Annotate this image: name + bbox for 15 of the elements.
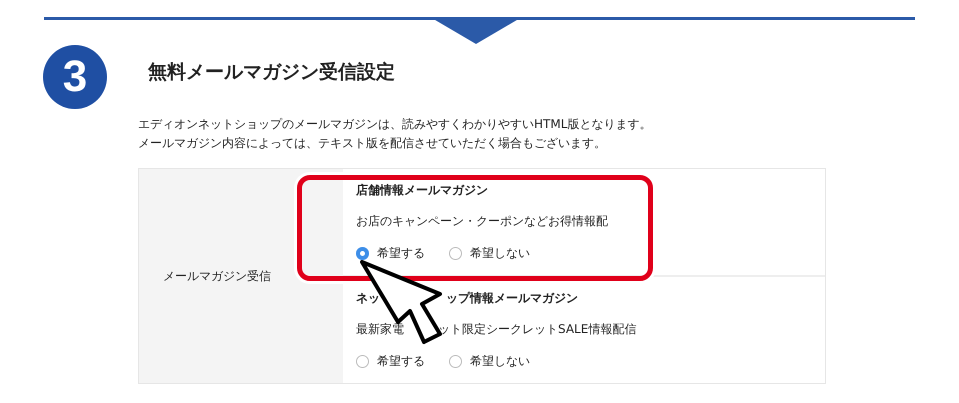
newsletter-title: ップ情報メールマガジン — [446, 290, 578, 307]
section-title: 無料メールマガジン受信設定 — [148, 60, 395, 85]
newsletter-title: ネッ — [356, 290, 380, 307]
intro-text: エディオンネットショップのメールマガジンは、読みやすくわかりやすいHTML版となります。 — [138, 116, 652, 133]
newsletter-description: ット限定シークレットSALE情報配信 — [438, 321, 636, 338]
radio-option[interactable]: 希望する — [356, 243, 425, 263]
setting-label: メールマガジン受信 — [163, 268, 271, 285]
radio-option[interactable]: 希望しない — [449, 351, 530, 371]
intro-text: メールマガジン内容によっては、テキスト版を配信させていただく場合もございます。 — [138, 135, 607, 152]
newsletter-description: お店のキャンペーン・クーポンなどお得情報配 — [356, 213, 608, 230]
newsletter-title: 店舗情報メールマガジン — [356, 182, 488, 199]
step-number: 3 — [43, 45, 107, 109]
newsletter-description: 最新家電 — [356, 321, 404, 338]
radio-option[interactable]: 希望しない — [449, 243, 530, 263]
radio-option[interactable]: 希望する — [356, 351, 425, 371]
